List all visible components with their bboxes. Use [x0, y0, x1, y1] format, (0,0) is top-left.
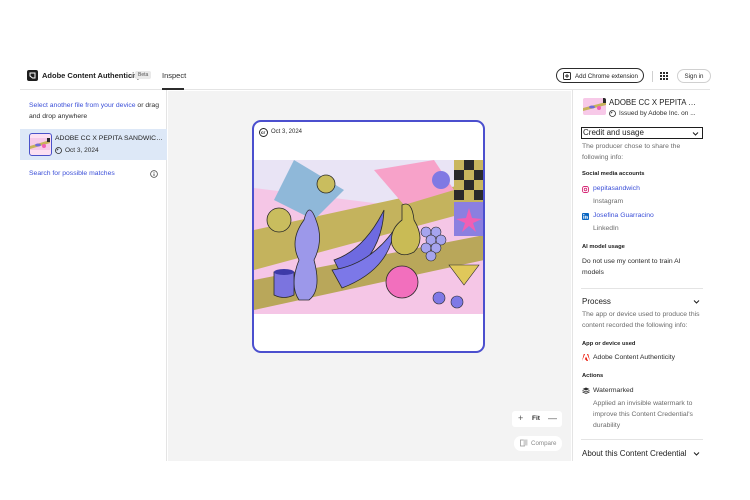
instagram-platform-label: Instagram [593, 198, 624, 205]
instagram-account-link[interactable]: pepitasandwich [593, 185, 640, 192]
actions-label: Actions [582, 373, 604, 379]
file-name: ADOBE CC X PEPITA SANDWICH... [55, 135, 163, 142]
header-divider [652, 71, 653, 82]
apps-grid-icon[interactable] [660, 72, 668, 80]
zoom-in-button[interactable]: + [518, 413, 523, 423]
ai-model-usage-text: Do not use my content to train AI models [582, 258, 681, 276]
add-chrome-extension-label: Add Chrome extension [575, 72, 638, 80]
image-canvas[interactable]: cr Oct 3, 2024 + Fit — Compare [168, 91, 571, 461]
chevron-down-icon [693, 300, 700, 304]
issued-by-text: Issued by Adobe Inc. on ... [619, 110, 696, 117]
app-or-device-label: App or device used [582, 341, 636, 347]
svg-text:cr: cr [261, 130, 266, 135]
app-title: Adobe Content Authenticity [42, 71, 141, 80]
zoom-controls: + Fit — [512, 411, 562, 427]
watermark-layers-icon [582, 387, 590, 394]
select-file-link[interactable]: Select another file from your device [29, 102, 136, 109]
action-description: Applied an invisible watermark to improv… [593, 400, 693, 429]
help-icon[interactable] [150, 170, 158, 178]
linkedin-platform-label: LinkedIn [593, 225, 619, 232]
compare-button[interactable]: Compare [514, 436, 562, 451]
credit-description: The producer chose to share the followin… [582, 143, 681, 161]
content-credential-icon [609, 110, 616, 117]
adobe-logo-icon [582, 354, 590, 361]
process-description: The app or device used to produce this c… [582, 311, 700, 329]
selected-file-card[interactable]: ADOBE CC X PEPITA SANDWICH... Oct 3, 202… [20, 129, 167, 160]
add-chrome-extension-button[interactable]: Add Chrome extension [556, 68, 644, 83]
social-media-label: Social media accounts [582, 171, 645, 177]
credit-and-usage-heading: Credit and usage [583, 128, 644, 137]
section-divider [581, 288, 703, 289]
add-extension-icon [563, 72, 571, 80]
compare-label: Compare [531, 440, 557, 447]
top-header: Adobe Content Authenticity Beta Inspect … [20, 62, 711, 90]
action-name: Watermarked [593, 387, 634, 394]
content-credential-icon: cr [259, 128, 268, 137]
image-preview-frame[interactable]: cr Oct 3, 2024 [252, 120, 485, 353]
app-name: Adobe Content Authenticity [593, 354, 675, 361]
ai-model-usage-label: AI model usage [582, 244, 625, 250]
artwork-image [254, 160, 483, 314]
process-header[interactable]: Process [581, 296, 703, 308]
file-thumbnail [29, 133, 52, 156]
credential-title: ADOBE CC X PEPITA SA... [609, 98, 701, 107]
process-heading: Process [582, 297, 611, 306]
linkedin-account-link[interactable]: Josefina Guarracino [593, 212, 654, 219]
credential-date-pill[interactable]: cr Oct 3, 2024 [257, 126, 303, 138]
content-credential-icon [55, 147, 62, 154]
section-divider [581, 439, 703, 440]
linkedin-icon [582, 213, 589, 220]
compare-icon [520, 439, 528, 447]
chevron-down-icon [693, 452, 700, 456]
zoom-out-button[interactable]: — [548, 413, 557, 423]
adobe-content-authenticity-logo[interactable] [27, 70, 38, 81]
drop-zone-text: Select another file from your device or … [29, 100, 159, 122]
chevron-down-icon [692, 132, 699, 136]
right-panel: ADOBE CC X PEPITA SA... Issued by Adobe … [572, 90, 710, 461]
about-credential-heading: About this Content Credential [582, 449, 687, 458]
beta-badge: Beta [135, 71, 152, 79]
credential-thumbnail [583, 98, 606, 115]
search-possible-matches-link[interactable]: Search for possible matches [29, 170, 115, 177]
tab-inspect[interactable]: Inspect [162, 62, 186, 90]
zoom-fit-button[interactable]: Fit [532, 415, 540, 422]
left-panel: Select another file from your device or … [20, 90, 167, 461]
credential-date: Oct 3, 2024 [271, 129, 303, 135]
about-credential-header[interactable]: About this Content Credential [581, 448, 703, 460]
file-date: Oct 3, 2024 [65, 147, 99, 154]
sign-in-button[interactable]: Sign in [677, 69, 711, 83]
instagram-icon [582, 186, 589, 193]
credit-and-usage-header[interactable]: Credit and usage [581, 127, 703, 139]
